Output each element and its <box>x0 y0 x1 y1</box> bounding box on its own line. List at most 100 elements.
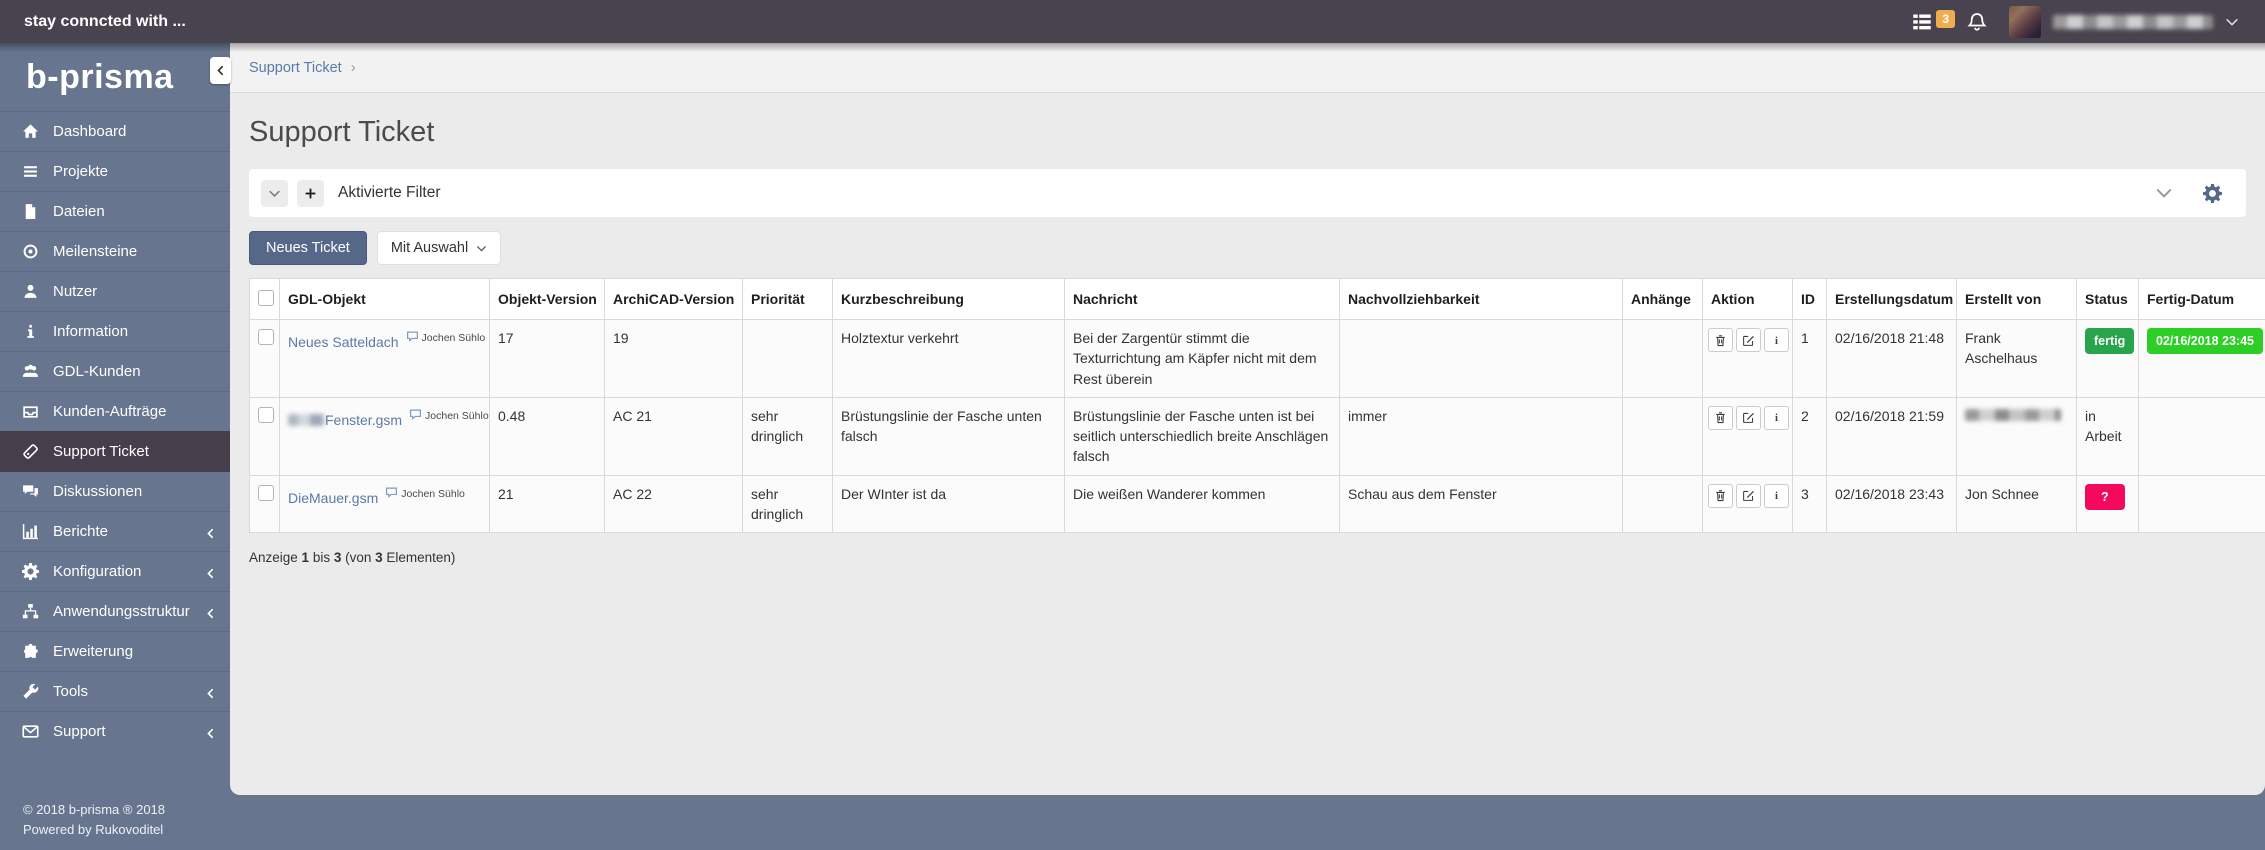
column-header[interactable]: Erstellungsdatum <box>1827 279 1957 320</box>
add-filter-icon[interactable] <box>297 180 324 207</box>
sidebar-item-dashboard[interactable]: Dashboard <box>0 111 230 151</box>
sidebar-item-tools[interactable]: Tools <box>0 671 230 711</box>
sidebar-item-meilensteine[interactable]: Meilensteine <box>0 231 230 271</box>
gdl-object-link[interactable]: DieMauer.gsm <box>288 490 378 506</box>
cell-archicad-version: 19 <box>605 320 743 398</box>
column-header[interactable]: Aktion <box>1703 279 1793 320</box>
cell-kurzbeschreibung: Der WInter ist da <box>833 475 1065 533</box>
sitemap-icon <box>22 603 39 620</box>
user-name-redacted <box>2053 15 2213 29</box>
chevron-left-icon <box>205 606 216 617</box>
column-header[interactable]: Fertig-Datum <box>2139 279 2265 320</box>
gdl-object-link[interactable]: Fenster.gsm <box>325 412 402 428</box>
sidebar-collapse-button[interactable] <box>210 57 231 84</box>
notification-count-badge[interactable]: 3 <box>1936 10 1955 28</box>
sidebar-item-dateien[interactable]: Dateien <box>0 191 230 231</box>
comment-icon[interactable] <box>406 328 419 341</box>
sidebar-item-berichte[interactable]: Berichte <box>0 511 230 551</box>
sidebar-item-label: Projekte <box>53 163 108 180</box>
sidebar-item-nutzer[interactable]: Nutzer <box>0 271 230 311</box>
sidebar-item-diskussionen[interactable]: Diskussionen <box>0 471 230 511</box>
cell-kurzbeschreibung: Holztextur verkehrt <box>833 320 1065 398</box>
cell-nachricht: Brüstungslinie der Fasche unten ist bei … <box>1065 397 1340 475</box>
column-header[interactable]: GDL-Objekt <box>280 279 490 320</box>
info-icon <box>22 323 39 340</box>
ticket-icon <box>22 443 39 460</box>
sidebar-item-anwendungsstruktur[interactable]: Anwendungsstruktur <box>0 591 230 631</box>
column-header[interactable]: ID <box>1793 279 1827 320</box>
column-header[interactable]: Status <box>2077 279 2139 320</box>
chart-icon <box>22 523 39 540</box>
new-ticket-button[interactable]: Neues Ticket <box>249 231 367 265</box>
breadcrumb: Support Ticket › <box>230 43 2265 93</box>
chevron-down-icon[interactable] <box>2225 15 2239 29</box>
column-header[interactable]: Nachricht <box>1065 279 1340 320</box>
app-title: stay conncted with ... <box>0 13 186 31</box>
sidebar-item-information[interactable]: Information <box>0 311 230 351</box>
column-header[interactable]: ArchiCAD-Version <box>605 279 743 320</box>
filter-collapse-icon[interactable] <box>261 180 288 207</box>
info-button[interactable]: i <box>1764 406 1789 430</box>
column-header[interactable]: Nachvollziehbarkeit <box>1340 279 1623 320</box>
cell-erstellt-von <box>1957 397 2077 475</box>
copyright-text: © 2018 b-prisma ® 2018 <box>23 800 165 820</box>
row-checkbox[interactable] <box>258 485 274 501</box>
users-icon <box>22 363 39 380</box>
column-header[interactable]: Objekt-Version <box>490 279 605 320</box>
comment-icon[interactable] <box>385 484 398 497</box>
sidebar-item-projekte[interactable]: Projekte <box>0 151 230 191</box>
bell-icon[interactable] <box>1967 12 1987 32</box>
sidebar-item-label: Dateien <box>53 203 105 220</box>
row-checkbox[interactable] <box>258 407 274 423</box>
cell-erstellt-von: Frank Aschelhaus <box>1957 320 2077 398</box>
column-header[interactable]: Anhänge <box>1623 279 1703 320</box>
cell-prioritaet: sehr dringlich <box>743 397 833 475</box>
sidebar-item-support-ticket[interactable]: Support Ticket <box>0 431 230 471</box>
info-button[interactable]: i <box>1764 328 1789 352</box>
with-selection-button[interactable]: Mit Auswahl <box>377 231 501 265</box>
table-row: DieMauer.gsmJochen Sühlo21AC 22sehr drin… <box>250 475 2265 533</box>
tickets-table: GDL-ObjektObjekt-VersionArchiCAD-Version… <box>249 278 2265 533</box>
cell-anhaenge <box>1623 320 1703 398</box>
cell-nachricht: Bei der Zargentür stimmt die Texturricht… <box>1065 320 1340 398</box>
filter-chevron-down-icon[interactable] <box>2155 184 2173 202</box>
filter-bar-label: Aktivierte Filter <box>338 184 441 202</box>
row-checkbox[interactable] <box>258 329 274 345</box>
app-logo[interactable]: b-prisma <box>0 43 230 111</box>
breadcrumb-link[interactable]: Support Ticket <box>249 60 342 76</box>
th-list-icon[interactable] <box>1912 12 1932 32</box>
delete-button[interactable] <box>1708 406 1733 430</box>
column-header[interactable]: Priorität <box>743 279 833 320</box>
gdl-object-link[interactable]: Neues Satteldach <box>288 334 399 350</box>
comment-icon[interactable] <box>409 406 422 419</box>
comment-author: Jochen Sühlo <box>401 488 465 500</box>
cell-erstellungsdatum: 02/16/2018 23:43 <box>1827 475 1957 533</box>
avatar[interactable] <box>2009 6 2041 38</box>
cell-anhaenge <box>1623 475 1703 533</box>
sidebar-item-konfiguration[interactable]: Konfiguration <box>0 551 230 591</box>
cell-nachricht: Die weißen Wanderer kommen <box>1065 475 1340 533</box>
edit-button[interactable] <box>1736 406 1761 430</box>
cell-status: ? <box>2077 475 2139 533</box>
cell-objekt-version: 21 <box>490 475 605 533</box>
info-button[interactable]: i <box>1764 484 1789 508</box>
sidebar-item-label: Konfiguration <box>53 563 141 580</box>
chevron-down-icon <box>476 243 487 254</box>
sidebar-item-label: Information <box>53 323 128 340</box>
select-all-checkbox[interactable] <box>258 290 274 306</box>
edit-button[interactable] <box>1736 484 1761 508</box>
sidebar-item-label: Support Ticket <box>53 443 149 460</box>
sidebar-item-kunden-auftr-ge[interactable]: Kunden-Aufträge <box>0 391 230 431</box>
home-icon <box>22 123 39 140</box>
filter-settings-gear-icon[interactable] <box>2203 184 2222 203</box>
edit-button[interactable] <box>1736 328 1761 352</box>
sidebar-item-erweiterung[interactable]: Erweiterung <box>0 631 230 671</box>
delete-button[interactable] <box>1708 484 1733 508</box>
cell-status: in Arbeit <box>2077 397 2139 475</box>
sidebar-item-support[interactable]: Support <box>0 711 230 751</box>
column-header[interactable]: Erstellt von <box>1957 279 2077 320</box>
delete-button[interactable] <box>1708 328 1733 352</box>
column-header[interactable]: Kurzbeschreibung <box>833 279 1065 320</box>
sidebar-item-gdl-kunden[interactable]: GDL-Kunden <box>0 351 230 391</box>
sidebar-item-label: Anwendungsstruktur <box>53 603 190 620</box>
